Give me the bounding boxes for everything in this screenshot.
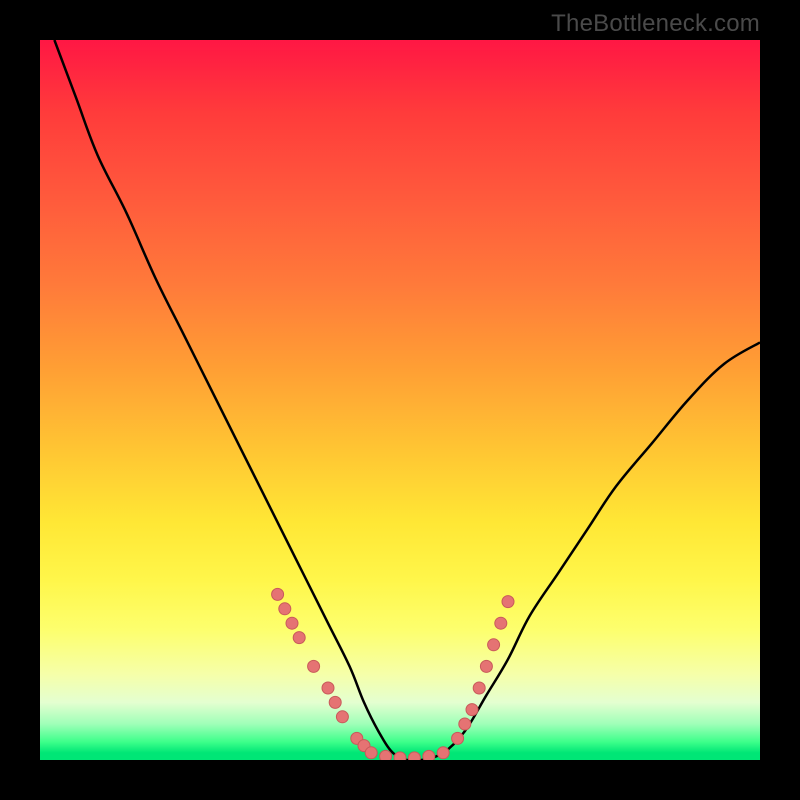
data-dot-flat	[365, 747, 377, 759]
data-dot-left	[272, 588, 284, 600]
plot-area	[40, 40, 760, 760]
data-dot-right	[502, 596, 514, 608]
data-dot-right	[480, 660, 492, 672]
data-dot-right	[459, 718, 471, 730]
data-dot-left	[286, 617, 298, 629]
data-dot-flat	[394, 752, 406, 760]
data-dot-flat	[408, 752, 420, 760]
data-dot-right	[466, 704, 478, 716]
data-dot-right	[495, 617, 507, 629]
data-dot-left	[293, 632, 305, 644]
data-dot-right	[488, 639, 500, 651]
bottleneck-curve-svg	[40, 40, 760, 760]
data-dot-left	[279, 603, 291, 615]
data-dot-flat	[423, 750, 435, 760]
watermark-text: TheBottleneck.com	[551, 10, 760, 38]
data-dot-left	[308, 660, 320, 672]
data-dot-flat	[437, 747, 449, 759]
chart-frame: TheBottleneck.com	[0, 0, 800, 800]
data-dot-left	[322, 682, 334, 694]
data-dot-left	[336, 711, 348, 723]
data-dot-right	[473, 682, 485, 694]
data-dot-right	[452, 732, 464, 744]
bottleneck-curve	[54, 40, 760, 760]
data-dot-left	[329, 696, 341, 708]
data-dot-flat	[380, 750, 392, 760]
